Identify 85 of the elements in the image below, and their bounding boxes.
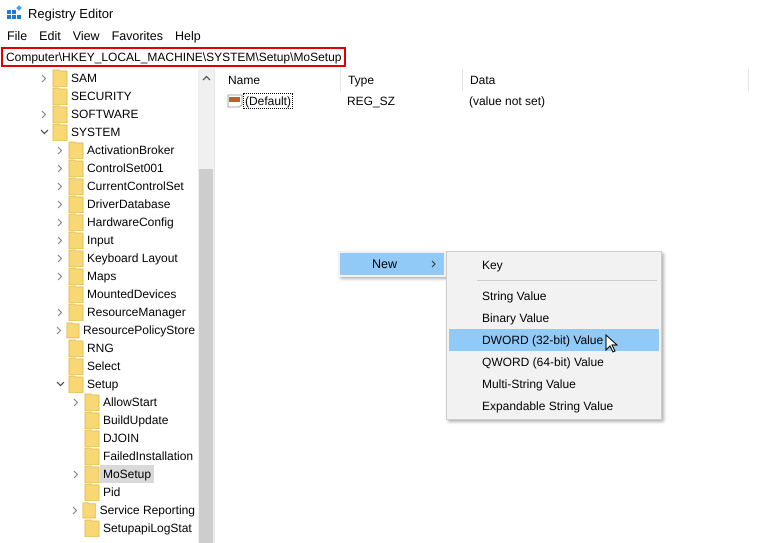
chevron-right-icon[interactable] [73, 470, 79, 478]
menu-item[interactable]: View [66, 29, 106, 43]
folder-icon [68, 195, 84, 213]
address-field[interactable]: Computer\HKEY_LOCAL_MACHINE\SYSTEM\Setup\MoSetup [1, 47, 346, 67]
window-title: Registry Editor [28, 6, 114, 20]
scroll-up-icon[interactable] [202, 75, 210, 81]
folder-icon [52, 123, 68, 141]
folder-icon [84, 519, 100, 537]
tree-item[interactable]: CurrentControlSet [84, 177, 187, 195]
chevron-right-icon[interactable] [41, 74, 47, 82]
menu-item[interactable]: DWORD (32-bit) Value [449, 329, 659, 351]
tree-item[interactable]: Setup [84, 375, 122, 393]
menu-item[interactable]: QWORD (64-bit) Value [449, 351, 659, 373]
tree-item[interactable]: ResourcePolicyStore [80, 321, 198, 339]
folder-icon [66, 321, 80, 339]
folder-icon [82, 501, 97, 519]
chevron-right-icon[interactable] [41, 110, 47, 118]
string-value-icon [227, 94, 243, 108]
folder-icon [68, 267, 84, 285]
registry-icon [6, 5, 22, 21]
chevron-down-icon[interactable] [56, 381, 64, 387]
chevron-right-icon[interactable] [73, 398, 79, 406]
folder-icon [68, 213, 84, 231]
tree-item[interactable]: Input [84, 231, 117, 249]
menu-item[interactable]: String Value [449, 285, 659, 307]
folder-icon [68, 159, 84, 177]
folder-icon [84, 429, 100, 447]
folder-icon [84, 393, 100, 411]
column-header[interactable]: Data [463, 69, 749, 91]
menu-item[interactable]: File [1, 29, 34, 43]
folder-icon [52, 105, 68, 123]
folder-icon [68, 141, 84, 159]
column-header[interactable]: Type [341, 69, 463, 91]
tree-item[interactable]: Keyboard Layout [84, 249, 181, 267]
menu-item[interactable]: Multi-String Value [449, 373, 659, 395]
tree-item[interactable]: DriverDatabase [84, 195, 174, 213]
folder-icon [84, 483, 100, 501]
chevron-right-icon[interactable] [72, 506, 78, 514]
tree-item[interactable]: SOFTWARE [68, 105, 142, 123]
menu-item[interactable]: Favorites [106, 29, 169, 43]
tree-item[interactable]: ResourceManager [84, 303, 189, 321]
tree-item[interactable]: ControlSet001 [84, 159, 167, 177]
menu-item[interactable]: Edit [33, 29, 67, 43]
folder-icon [68, 357, 84, 375]
menu-item[interactable]: Expandable String Value [449, 395, 659, 417]
tree-item[interactable]: SetupapiLogStat [100, 519, 195, 537]
folder-icon [68, 339, 84, 357]
folder-icon [68, 177, 84, 195]
tree-item[interactable]: AllowStart [100, 393, 160, 411]
tree-item[interactable]: Pid [100, 483, 124, 501]
menu-item[interactable]: Help [168, 29, 207, 43]
tree-item[interactable]: SAM [68, 69, 100, 87]
tree-item[interactable]: FailedInstallation [100, 447, 196, 465]
folder-icon [84, 411, 100, 429]
folder-icon [68, 231, 84, 249]
tree-item[interactable]: MoSetup [100, 465, 154, 483]
value-type: REG_SZ [347, 94, 396, 108]
tree-item[interactable]: SECURITY [68, 87, 135, 105]
menu-item[interactable]: New [340, 253, 444, 275]
tree-item[interactable]: HardwareConfig [84, 213, 177, 231]
chevron-down-icon[interactable] [40, 129, 48, 135]
tree-item[interactable]: DJOIN [100, 429, 142, 447]
tree-item[interactable]: Service Reporting [96, 501, 198, 519]
tree-item[interactable]: Select [84, 357, 124, 375]
tree-item[interactable]: SYSTEM [68, 123, 124, 141]
folder-icon [84, 447, 100, 465]
value-data: (value not set) [469, 94, 546, 108]
scrollbar[interactable] [198, 69, 214, 543]
folder-icon [68, 303, 84, 321]
tree-item[interactable]: Maps [84, 267, 120, 285]
folder-icon [68, 249, 84, 267]
folder-icon [68, 285, 84, 303]
tree-item[interactable]: MountedDevices [84, 285, 180, 303]
chevron-right-icon [431, 260, 436, 268]
folder-icon [68, 375, 84, 393]
folder-icon [52, 87, 68, 105]
tree-item[interactable]: ActivationBroker [84, 141, 178, 159]
folder-icon [52, 69, 68, 87]
menu-item[interactable]: Binary Value [449, 307, 659, 329]
column-header[interactable]: Name [221, 69, 341, 91]
menu-item[interactable]: Key [449, 254, 659, 276]
value-name[interactable]: (Default) [243, 93, 294, 109]
mouse-pointer-icon [605, 334, 618, 353]
tree-item[interactable]: BuildUpdate [100, 411, 172, 429]
tree-item[interactable]: RNG [84, 339, 117, 357]
